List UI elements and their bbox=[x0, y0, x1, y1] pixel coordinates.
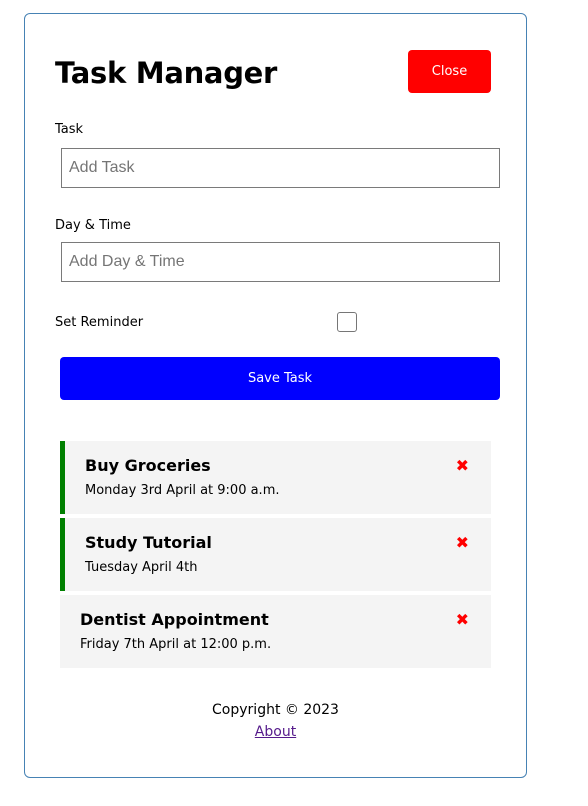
copyright-text: Copyright © 2023 bbox=[212, 702, 339, 718]
footer: Copyright © 2023 About bbox=[25, 702, 526, 740]
page-title: Task Manager bbox=[55, 56, 278, 90]
task-day: Friday 7th April at 12:00 p.m. bbox=[80, 637, 272, 652]
task-title: Buy Groceries bbox=[85, 456, 211, 475]
close-button[interactable]: Close bbox=[408, 50, 491, 93]
day-time-input[interactable] bbox=[61, 242, 500, 282]
task-day: Tuesday April 4th bbox=[85, 560, 198, 575]
delete-icon[interactable]: ✖ bbox=[456, 456, 469, 475]
task-title: Study Tutorial bbox=[85, 533, 212, 552]
task-item[interactable]: Study Tutorial Tuesday April 4th ✖ bbox=[60, 518, 491, 591]
reminder-checkbox[interactable] bbox=[337, 312, 357, 332]
task-text: Study Tutorial Tuesday April 4th bbox=[85, 533, 212, 575]
task-title: Dentist Appointment bbox=[80, 610, 269, 629]
task-item[interactable]: Buy Groceries Monday 3rd April at 9:00 a… bbox=[60, 441, 491, 514]
reminder-label: Set Reminder bbox=[55, 315, 144, 330]
task-text: Buy Groceries Monday 3rd April at 9:00 a… bbox=[85, 456, 280, 498]
task-manager-container: Task Manager Close Task Day & Time Set R… bbox=[24, 13, 527, 778]
about-link[interactable]: About bbox=[25, 724, 526, 740]
task-item[interactable]: Dentist Appointment Friday 7th April at … bbox=[60, 595, 491, 668]
task-label: Task bbox=[55, 122, 84, 137]
delete-icon[interactable]: ✖ bbox=[456, 610, 469, 629]
header: Task Manager Close bbox=[55, 50, 491, 94]
task-input[interactable] bbox=[61, 148, 500, 188]
task-day: Monday 3rd April at 9:00 a.m. bbox=[85, 483, 280, 498]
task-text: Dentist Appointment Friday 7th April at … bbox=[80, 610, 271, 652]
save-task-button[interactable]: Save Task bbox=[60, 357, 500, 400]
delete-icon[interactable]: ✖ bbox=[456, 533, 469, 552]
day-time-label: Day & Time bbox=[55, 218, 131, 233]
